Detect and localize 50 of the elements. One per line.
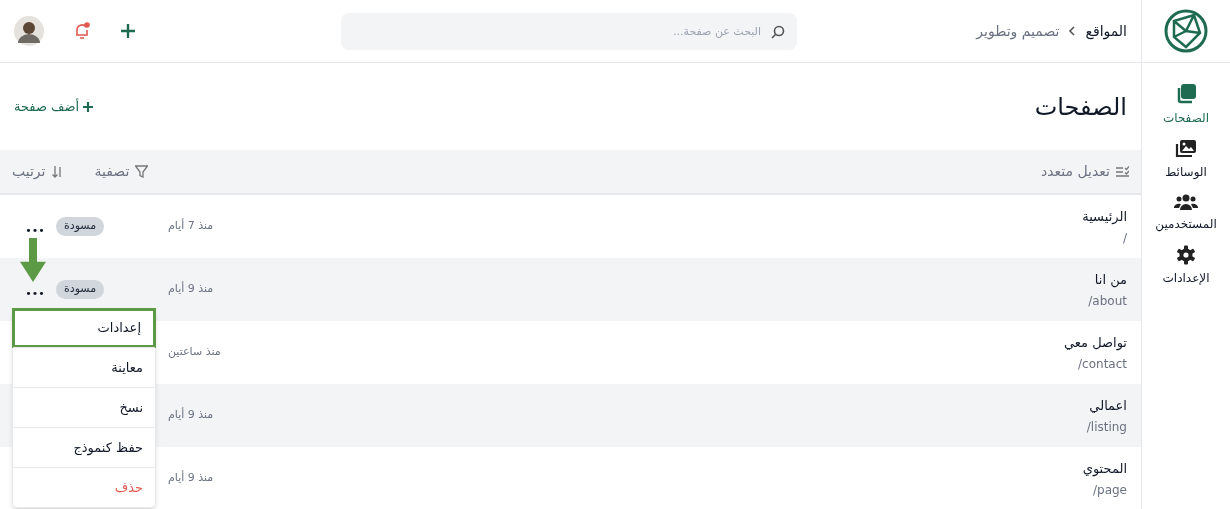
filter-button[interactable]: تصفية [94, 161, 149, 182]
time-ago: منذ 9 أيام [168, 281, 214, 298]
page-title-link[interactable]: المحتوي [1082, 457, 1127, 480]
checklist-icon [1116, 165, 1129, 178]
users-icon [1174, 193, 1198, 211]
pages-icon [1175, 83, 1197, 105]
page-title-link[interactable]: من انا [1088, 268, 1127, 291]
menu-item[interactable]: إعدادات [12, 308, 156, 348]
time-ago: منذ ساعتين [168, 344, 221, 361]
page-slug: / [1121, 229, 1127, 247]
sort-button[interactable]: ترتيب [12, 161, 63, 182]
breadcrumb-current: تصميم وتطوير [976, 21, 1060, 42]
page-slug: /about [1088, 292, 1127, 310]
menu-item[interactable]: حفظ كنموذج [13, 427, 155, 467]
sidebar-item[interactable]: الوسائط [1144, 139, 1228, 181]
time-ago: منذ 9 أيام [168, 407, 214, 424]
menu-item[interactable]: معاينة [13, 347, 155, 387]
page-title-link[interactable]: اعمالي [1086, 394, 1127, 417]
page-slug: /page [1092, 481, 1127, 499]
bulk-edit-button[interactable]: تعديل متعدد [1041, 161, 1129, 182]
annotation-arrow [20, 238, 46, 282]
sidebar-item[interactable]: المستخدمين [1144, 193, 1228, 233]
settings-icon [1176, 245, 1196, 265]
chevron-icon [1067, 26, 1078, 36]
status-badge: مسودة [56, 217, 105, 236]
time-ago: منذ 7 أيام [168, 218, 214, 235]
page-title-link[interactable]: تواصل معي [1063, 331, 1127, 354]
page-title: الصفحات [1034, 91, 1127, 123]
more-button[interactable]: ••• [25, 225, 45, 236]
more-button[interactable]: ••• [25, 288, 45, 299]
filter-icon [135, 165, 149, 178]
menu-item[interactable]: حذف [13, 467, 155, 507]
sort-icon [51, 165, 63, 178]
breadcrumb-link[interactable]: المواقع [1085, 20, 1127, 42]
add-page-button[interactable]: أضف صفحة [14, 96, 94, 117]
sidebar-item[interactable]: الإعدادات [1144, 245, 1228, 287]
page-slug: /contact [1077, 355, 1127, 373]
menu-item[interactable]: نسخ [13, 387, 155, 427]
plus-icon [83, 101, 94, 112]
page-title-link[interactable]: الرئيسية [1082, 205, 1127, 228]
time-ago: منذ 9 أيام [168, 470, 214, 487]
plus-icon[interactable] [120, 23, 136, 39]
search-icon [771, 24, 785, 39]
sidebar-item[interactable]: الصفحات [1144, 83, 1228, 127]
avatar[interactable] [14, 16, 44, 46]
search-field[interactable]: البحث عن صفحة... [341, 12, 797, 50]
logo-icon [1164, 9, 1208, 53]
images-icon [1175, 139, 1197, 159]
status-badge: مسودة [56, 280, 105, 299]
page-slug: /listing [1086, 418, 1127, 436]
